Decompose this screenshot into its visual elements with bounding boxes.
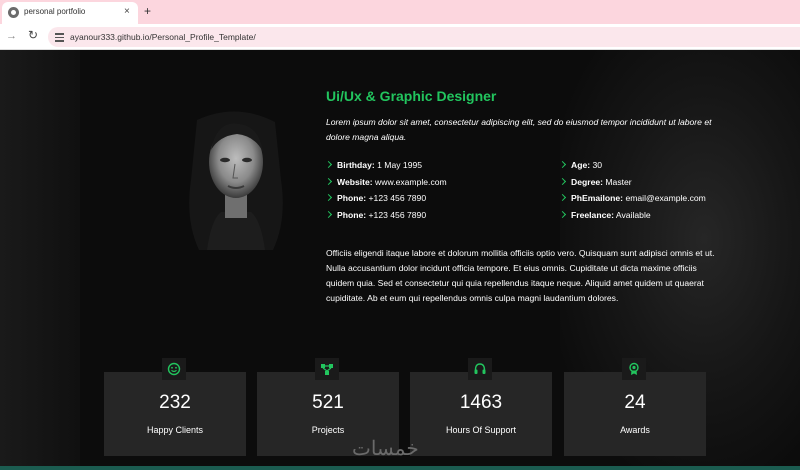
stat-number: 24 [624,392,646,413]
site-settings-icon[interactable] [55,33,64,42]
bottom-strip [0,466,800,470]
chevron-right-icon [558,210,567,218]
about-section: Ui/Ux & Graphic Designer Lorem ipsum dol… [0,50,800,470]
info-item-phone-2: Phone: +123 456 7890 [324,210,447,227]
profile-portrait [177,110,295,250]
address-bar: → ↻ ayanour333.github.io/Personal_Profil… [0,24,800,50]
info-list-left: Birthday: 1 May 1995 Website: www.exampl… [324,160,447,227]
stat-label: Happy Clients [146,425,204,435]
watermark: خمسات [352,438,419,460]
globe-icon [8,7,19,18]
tab-title: personal portfolio [24,7,86,16]
stat-number: 521 [312,392,344,413]
new-tab-button[interactable]: + [144,4,151,18]
award-icon [622,358,646,380]
stat-label: Awards [620,425,650,435]
profile-heading: Ui/Ux & Graphic Designer [326,88,497,104]
chevron-right-icon [558,160,567,169]
close-icon[interactable]: × [124,5,130,19]
info-list-right: Age: 30 Degree: Master PhEmailone: email… [558,160,706,227]
stat-label: Projects [311,425,345,435]
info-item-freelance: Freelance: Available [558,210,706,227]
chevron-right-icon [324,160,333,169]
info-item-website: Website: www.example.com [324,177,447,194]
info-item-age: Age: 30 [558,160,706,177]
headset-icon [468,358,492,380]
info-item-email: PhEmailone: email@example.com [558,193,706,210]
chevron-right-icon [558,177,567,185]
info-item-degree: Degree: Master [558,177,706,194]
stat-card-awards: 24 Awards [564,358,706,456]
chevron-right-icon [324,210,333,218]
reload-icon[interactable]: ↻ [28,28,38,42]
info-item-phone: Phone: +123 456 7890 [324,193,447,210]
stat-number: 1463 [459,392,503,413]
info-item-birthday: Birthday: 1 May 1995 [324,160,447,177]
url-field[interactable]: ayanour333.github.io/Personal_Profile_Te… [48,27,800,47]
diagram-icon [315,358,339,380]
chevron-right-icon [324,177,333,185]
chevron-right-icon [324,193,333,202]
browser-tab-bar: personal portfolio × + [0,0,800,24]
chevron-right-icon [558,193,567,202]
stat-label: Hours Of Support [445,425,517,435]
browser-tab[interactable]: personal portfolio × [2,2,138,24]
profile-description: Officiis eligendi itaque labore et dolor… [326,248,715,303]
stat-card-happy-clients: 232 Happy Clients [104,358,246,456]
profile-lead: Lorem ipsum dolor sit amet, consectetur … [326,117,712,142]
url-text: ayanour333.github.io/Personal_Profile_Te… [70,32,256,42]
back-arrow-icon[interactable]: → [6,30,17,42]
stat-card-hours-of-support: 1463 Hours Of Support [410,358,552,456]
smiley-icon [162,358,186,380]
stat-number: 232 [159,392,191,413]
